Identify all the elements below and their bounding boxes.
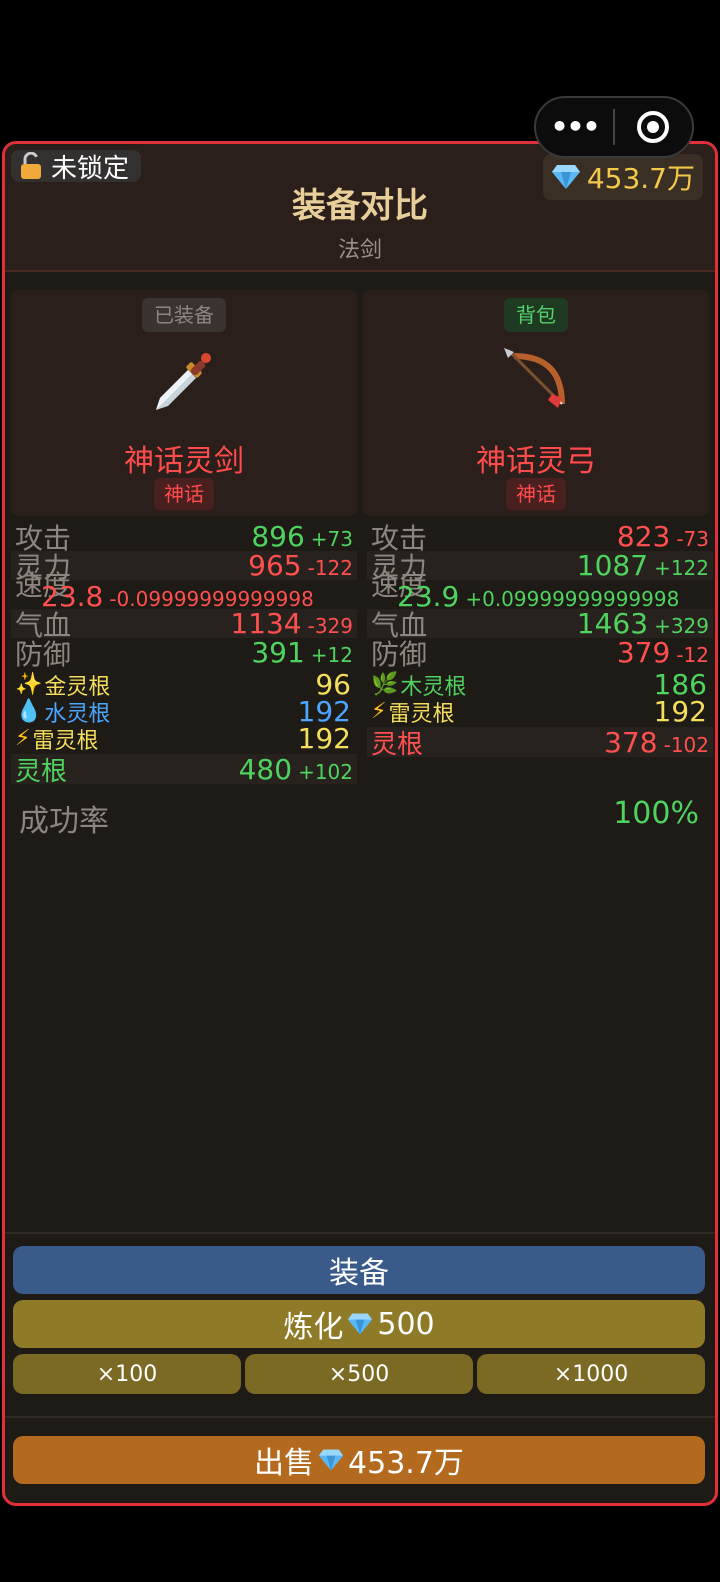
unlock-icon: [21, 152, 41, 179]
miniprogram-capsule: •••: [534, 96, 694, 158]
equipped-stats: 攻击 896 +73 灵力 965 -122 速度 23.8 -0.099999999…: [11, 520, 357, 787]
bag-item-name: 神话灵弓: [476, 444, 596, 479]
equip-button[interactable]: 装备: [13, 1246, 705, 1294]
gem-balance-value: 453.7万: [586, 162, 695, 195]
refine-x500-button[interactable]: ×500: [245, 1354, 473, 1394]
page-subtitle: 法剑: [337, 238, 382, 263]
bag-item-card[interactable]: 背包 神话灵弓 神话: [363, 290, 709, 516]
dagger-icon: [156, 353, 211, 410]
divider: [5, 1416, 715, 1418]
lightning-icon: ⚡: [15, 726, 31, 751]
equipped-rarity-badge: 神话: [154, 478, 214, 510]
sell-button[interactable]: 出售 453.7万: [13, 1436, 705, 1484]
close-target-icon[interactable]: [615, 111, 692, 143]
panel-header: 未锁定 装备对比 法剑 453.7万: [5, 144, 715, 272]
refine-button[interactable]: 炼化 500: [13, 1300, 705, 1348]
lightning-icon: ⚡: [371, 699, 387, 724]
sell-price: 453.7万: [348, 1446, 464, 1481]
equipped-tag: 已装备: [142, 298, 226, 332]
refine-x1000-button[interactable]: ×1000: [477, 1354, 705, 1394]
spirit-roots-list: ✨ 金灵根 96 💧 水灵根 192 ⚡ 雷灵根 192: [11, 668, 357, 755]
success-rate-value: 100%: [613, 796, 699, 831]
water-drop-icon: 💧: [15, 699, 43, 724]
sparkle-icon: ✨: [15, 672, 43, 697]
equip-button-label: 装备: [329, 1256, 389, 1291]
equipment-compare-panel: 未锁定 装备对比 法剑 453.7万 已装备 神话灵剑 神话 背包 神话灵弓 神…: [2, 141, 718, 1506]
diamond-icon: [348, 1313, 373, 1335]
root-row-thunder: ⚡ 雷灵根 192: [371, 695, 707, 728]
root-row-water: 💧 水灵根 192: [15, 695, 351, 728]
bag-stats: 攻击 823 -73 灵力 1087 +122 速度 23.9 +0.09999999…: [367, 520, 713, 760]
equipped-item-name: 神话灵剑: [124, 444, 244, 479]
diamond-icon: [551, 165, 580, 189]
bow-arrow-icon: [504, 348, 565, 408]
refine-x100-button[interactable]: ×100: [13, 1354, 241, 1394]
more-menu-icon[interactable]: •••: [536, 113, 613, 141]
stat-row-defense: 防御 391 +12: [15, 636, 353, 671]
stat-row-defense: 防御 379 -12: [371, 636, 709, 671]
gem-balance: 453.7万: [542, 154, 703, 200]
bag-rarity-badge: 神话: [506, 478, 566, 510]
divider: [5, 1232, 715, 1234]
root-row-wood: 🌿 木灵根 186: [371, 668, 707, 701]
equipped-item-card[interactable]: 已装备 神话灵剑 神话: [11, 290, 357, 516]
refine-cost: 500: [377, 1306, 435, 1342]
diamond-icon: [318, 1449, 344, 1471]
root-total-row: 灵根 378 -102: [367, 726, 713, 760]
bag-tag: 背包: [504, 298, 568, 332]
root-row-thunder: ⚡ 雷灵根 192: [15, 722, 351, 755]
root-total-row: 灵根 480 +102: [11, 753, 357, 787]
root-row-metal: ✨ 金灵根 96: [15, 668, 351, 701]
refine-button-label: 炼化: [283, 1310, 344, 1345]
herb-icon: 🌿: [371, 672, 399, 697]
success-rate-label: 成功率: [19, 804, 109, 839]
spirit-roots-list: 🌿 木灵根 186 ⚡ 雷灵根 192: [367, 668, 713, 728]
sell-button-label: 出售: [254, 1446, 315, 1481]
